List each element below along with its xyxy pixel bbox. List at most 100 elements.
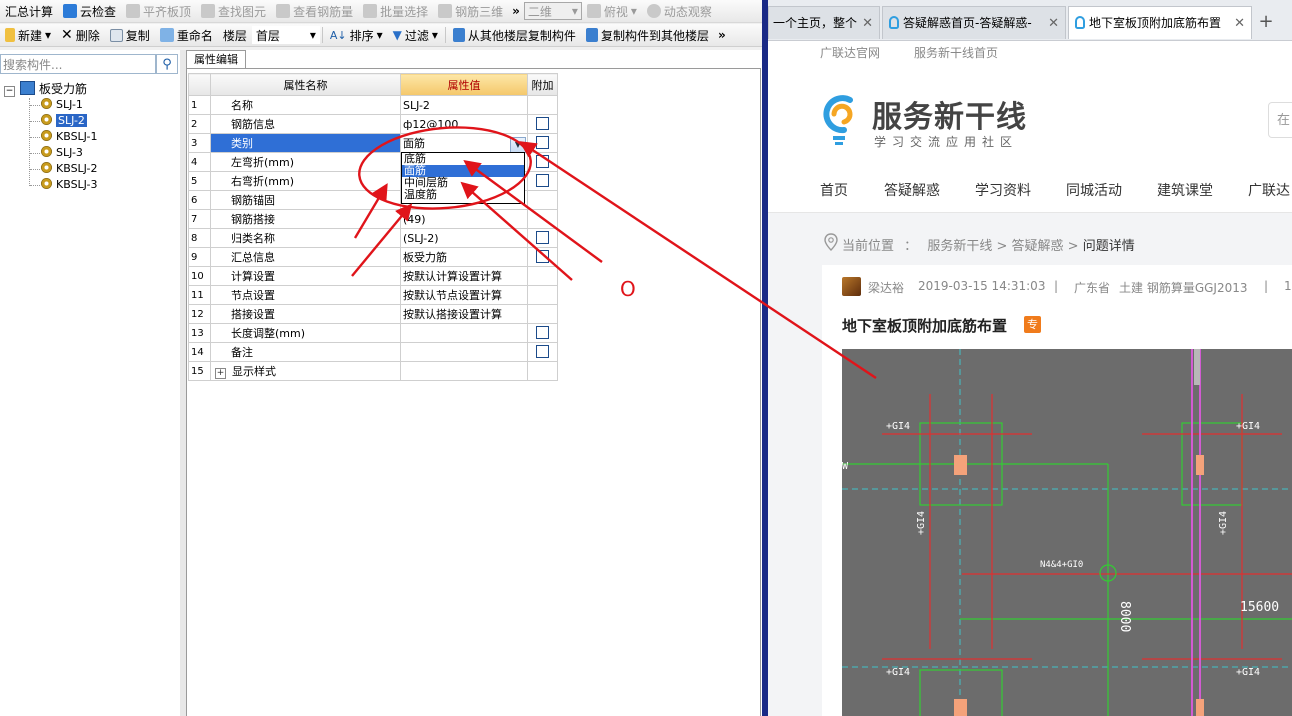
toolbar-overflow-icon[interactable]: »	[714, 28, 730, 42]
chevron-down-icon: ▾	[45, 28, 52, 42]
delete-button[interactable]: ✕ 删除	[56, 25, 105, 45]
property-row[interactable]: 8 归类名称 (SLJ-2)	[188, 228, 558, 248]
nav-home[interactable]: 首页	[820, 180, 848, 200]
nav-glodon[interactable]: 广联达	[1248, 180, 1290, 200]
property-row[interactable]: 3 类别 面筋	[188, 133, 558, 153]
sort-button[interactable]: A↓ 排序 ▾	[325, 25, 388, 45]
copy-from-floor-button[interactable]: 从其他楼层复制构件	[448, 25, 581, 45]
tree-root[interactable]: − 板受力筋	[4, 81, 87, 97]
tree-item[interactable]: KBSLJ-1	[41, 129, 98, 145]
view-angle-button[interactable]: 俯视 ▾	[582, 1, 642, 21]
search-icon[interactable]: ⚲	[156, 54, 178, 74]
property-name: 名称	[231, 99, 253, 112]
property-value-cell[interactable]: ф12@100	[400, 114, 528, 134]
property-row[interactable]: 1 名称 SLJ-2	[188, 95, 558, 115]
close-icon[interactable]: ✕	[862, 7, 873, 39]
extra-checkbox[interactable]	[536, 250, 549, 263]
align-slab-top-button[interactable]: 平齐板顶	[121, 1, 196, 21]
category-dropdown-button[interactable]: ▼	[510, 137, 526, 153]
copy-to-floor-button[interactable]: 复制构件到其他楼层	[581, 25, 714, 45]
browser-tab-2[interactable]: 答疑解惑首页-答疑解惑- ✕	[882, 6, 1066, 39]
tree-item[interactable]: SLJ-2	[41, 113, 87, 129]
new-tab-icon[interactable]: +	[1256, 8, 1276, 36]
copy-button[interactable]: 复制	[105, 25, 155, 45]
extra-checkbox[interactable]	[536, 326, 549, 339]
post-author[interactable]: 梁达裕	[868, 279, 904, 296]
avatar[interactable]	[842, 277, 861, 296]
floor-select[interactable]: 首层 ▾	[251, 26, 320, 44]
property-value-cell[interactable]: 按默认节点设置计算	[400, 285, 528, 305]
tree-item[interactable]: KBSLJ-2	[41, 161, 98, 177]
tab-property-edit[interactable]: 属性编辑	[186, 50, 246, 69]
nav-materials[interactable]: 学习资料	[975, 180, 1031, 200]
site-search-input[interactable]: 在	[1268, 102, 1292, 138]
sum-calc-button[interactable]: 汇总计算	[0, 1, 58, 21]
tree-item[interactable]: KBSLJ-3	[41, 177, 98, 193]
property-row[interactable]: 2 钢筋信息 ф12@100	[188, 114, 558, 134]
close-icon[interactable]: ✕	[1048, 7, 1059, 39]
property-row[interactable]: 11 节点设置 按默认节点设置计算	[188, 285, 558, 305]
breadcrumb-home[interactable]: 服务新干线	[927, 239, 992, 254]
property-row[interactable]: 15 + 显示样式	[188, 361, 558, 381]
tree-item[interactable]: SLJ-1	[41, 97, 83, 113]
close-icon[interactable]: ✕	[1234, 7, 1245, 39]
property-value-cell[interactable]: (49)	[400, 209, 528, 229]
property-value-cell[interactable]: 按默认搭接设置计算	[400, 304, 528, 324]
nav-classroom[interactable]: 建筑课堂	[1157, 180, 1213, 200]
property-value-cell[interactable]	[400, 342, 528, 362]
link-home[interactable]: 服务新干线首页	[914, 44, 998, 61]
find-element-button[interactable]: 查找图元	[196, 1, 271, 21]
name-column-header[interactable]: 属性名称	[210, 73, 401, 96]
property-value-cell[interactable]: 按默认计算设置计算	[400, 266, 528, 286]
extra-cell	[527, 247, 558, 267]
expand-icon[interactable]: +	[215, 368, 226, 379]
value-column-header[interactable]: 属性值	[400, 73, 528, 96]
filter-button[interactable]: ▼ 过滤 ▾	[388, 25, 443, 45]
view-rebar-qty-button[interactable]: 查看钢筋量	[271, 1, 358, 21]
property-value-cell[interactable]: 面筋	[400, 133, 528, 153]
property-row[interactable]: 7 钢筋搭接 (49)	[188, 209, 558, 229]
browser-tab-1[interactable]: 一个主页，整个 ✕	[768, 6, 880, 39]
cloud-check-button[interactable]: 云检查	[58, 1, 121, 21]
link-glodon-site[interactable]: 广联达官网	[820, 44, 880, 61]
extra-checkbox[interactable]	[536, 231, 549, 244]
extra-checkbox[interactable]	[536, 155, 549, 168]
tree-item[interactable]: SLJ-3	[41, 145, 83, 161]
extra-checkbox[interactable]	[536, 117, 549, 130]
property-value-cell[interactable]	[400, 361, 528, 381]
property-value-cell[interactable]	[400, 323, 528, 343]
nav-qa[interactable]: 答疑解惑	[884, 180, 940, 200]
browser-tab-active[interactable]: 地下室板顶附加底筋布置 ✕	[1068, 6, 1252, 39]
property-value-cell[interactable]: SLJ-2	[400, 95, 528, 115]
cad-drawing-image[interactable]: +GI4 +GI4 +GI4 +GI4 W N4&4+GI0 15600 +GI…	[842, 349, 1292, 716]
extra-checkbox[interactable]	[536, 174, 549, 187]
property-name: 计算设置	[231, 270, 275, 283]
property-row[interactable]: 9 汇总信息 板受力筋	[188, 247, 558, 267]
batch-select-button[interactable]: 批量选择	[358, 1, 433, 21]
new-button[interactable]: 新建 ▾	[0, 25, 56, 45]
extra-checkbox[interactable]	[536, 136, 549, 149]
property-row[interactable]: 10 计算设置 按默认计算设置计算	[188, 266, 558, 286]
extra-checkbox[interactable]	[536, 345, 549, 358]
dynamic-view-button[interactable]: 动态观察	[642, 1, 717, 21]
property-name-cell: 左弯折(mm)	[210, 152, 401, 172]
property-value-cell[interactable]: (SLJ-2)	[400, 228, 528, 248]
brand-name[interactable]: 服务新干线	[872, 92, 1027, 136]
nav-events[interactable]: 同城活动	[1066, 180, 1122, 200]
breadcrumb-qa[interactable]: 答疑解惑	[1012, 239, 1064, 254]
rename-button[interactable]: 重命名	[155, 25, 218, 45]
extra-cell	[527, 304, 558, 324]
search-input[interactable]: 搜索构件...	[0, 54, 156, 74]
property-row[interactable]: 14 备注	[188, 342, 558, 362]
view-mode-select[interactable]: 二维 ▾	[523, 2, 582, 20]
collapse-icon[interactable]: −	[4, 86, 15, 97]
rebar-3d-button[interactable]: 钢筋三维	[433, 1, 508, 21]
dropdown-option[interactable]: 温度筋	[402, 189, 524, 201]
toolbar-overflow-icon[interactable]: »	[508, 4, 524, 18]
property-row[interactable]: 12 搭接设置 按默认搭接设置计算	[188, 304, 558, 324]
property-value-cell[interactable]: 板受力筋	[400, 247, 528, 267]
property-row[interactable]: 13 长度调整(mm)	[188, 323, 558, 343]
brand-logo-icon[interactable]	[820, 92, 860, 150]
chevron-down-icon: ▾	[571, 4, 578, 18]
extra-column-header[interactable]: 附加	[527, 73, 558, 96]
